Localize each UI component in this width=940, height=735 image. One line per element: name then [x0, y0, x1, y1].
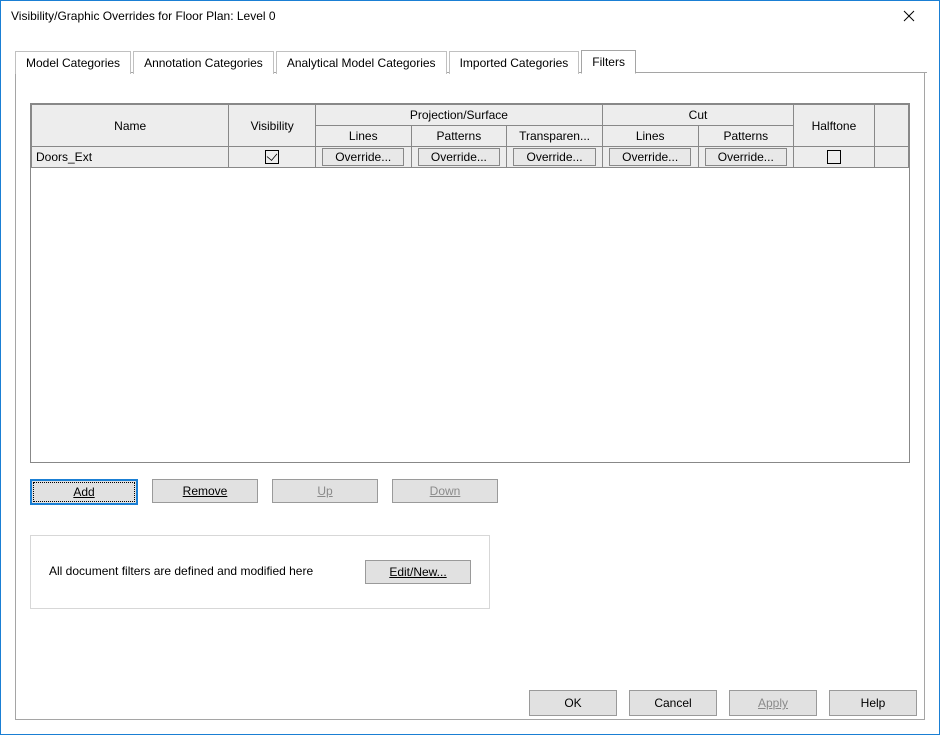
info-text: All document filters are defined and mod…: [49, 564, 325, 580]
remove-button[interactable]: Remove: [152, 479, 258, 503]
down-button-label: Down: [430, 484, 461, 498]
dialog-title: Visibility/Graphic Overrides for Floor P…: [11, 9, 889, 23]
dialog-window: Visibility/Graphic Overrides for Floor P…: [0, 0, 940, 735]
col-header-cut[interactable]: Cut: [602, 105, 793, 126]
override-button[interactable]: Override...: [705, 148, 787, 166]
tab-filters[interactable]: Filters: [581, 50, 636, 74]
apply-button: Apply: [729, 690, 817, 716]
tab-model-categories[interactable]: Model Categories: [15, 51, 131, 74]
override-button[interactable]: Override...: [322, 148, 404, 166]
titlebar: Visibility/Graphic Overrides for Floor P…: [1, 1, 939, 31]
cell-name[interactable]: Doors_Ext: [32, 147, 229, 168]
col-header-proj-patterns[interactable]: Patterns: [411, 126, 507, 147]
checkbox-checked-icon[interactable]: [265, 150, 279, 164]
col-header-halftone[interactable]: Halftone: [794, 105, 875, 147]
tabstrip: Model Categories Annotation Categories A…: [1, 31, 939, 73]
override-button[interactable]: Override...: [513, 148, 595, 166]
cell-proj-patterns[interactable]: Override...: [411, 147, 507, 168]
col-header-cut-lines[interactable]: Lines: [602, 126, 698, 147]
dialog-footer: OK Cancel Apply Help: [529, 690, 917, 716]
col-header-name[interactable]: Name: [32, 105, 229, 147]
up-button-label: Up: [317, 484, 332, 498]
cell-cut-lines[interactable]: Override...: [602, 147, 698, 168]
filters-grid[interactable]: Name Visibility Projection/Surface Cut H…: [30, 103, 910, 463]
checkbox-unchecked-icon[interactable]: [827, 150, 841, 164]
col-header-visibility[interactable]: Visibility: [229, 105, 316, 147]
edit-new-button-label: Edit/New...: [389, 565, 446, 579]
cell-visibility[interactable]: [229, 147, 316, 168]
col-header-proj-transparency[interactable]: Transparen...: [507, 126, 603, 147]
cell-proj-lines[interactable]: Override...: [315, 147, 411, 168]
cell-halftone[interactable]: [794, 147, 875, 168]
table-row[interactable]: Doors_Ext Override... Override... Overri…: [32, 147, 909, 168]
cell-proj-transparency[interactable]: Override...: [507, 147, 603, 168]
grid-buttons-row: Add Remove Up Down: [30, 479, 910, 505]
close-button[interactable]: [889, 1, 929, 31]
up-button: Up: [272, 479, 378, 503]
cancel-button[interactable]: Cancel: [629, 690, 717, 716]
tab-panel-filters: Name Visibility Projection/Surface Cut H…: [15, 73, 925, 720]
override-button[interactable]: Override...: [609, 148, 691, 166]
col-header-tail: [874, 105, 908, 147]
apply-button-label: Apply: [758, 696, 788, 710]
col-header-projection-surface[interactable]: Projection/Surface: [315, 105, 602, 126]
override-button[interactable]: Override...: [418, 148, 500, 166]
remove-button-label: Remove: [183, 484, 228, 498]
tab-annotation-categories[interactable]: Annotation Categories: [133, 51, 274, 74]
info-box: All document filters are defined and mod…: [30, 535, 490, 609]
close-icon: [903, 10, 915, 22]
edit-new-button[interactable]: Edit/New...: [365, 560, 471, 584]
tab-analytical-model-categories[interactable]: Analytical Model Categories: [276, 51, 447, 74]
ok-button[interactable]: OK: [529, 690, 617, 716]
cell-tail: [874, 147, 908, 168]
add-button-label: Add: [73, 485, 94, 499]
col-header-proj-lines[interactable]: Lines: [315, 126, 411, 147]
col-header-cut-patterns[interactable]: Patterns: [698, 126, 794, 147]
down-button: Down: [392, 479, 498, 503]
help-button[interactable]: Help: [829, 690, 917, 716]
add-button[interactable]: Add: [30, 479, 138, 505]
tab-imported-categories[interactable]: Imported Categories: [449, 51, 580, 74]
cell-cut-patterns[interactable]: Override...: [698, 147, 794, 168]
